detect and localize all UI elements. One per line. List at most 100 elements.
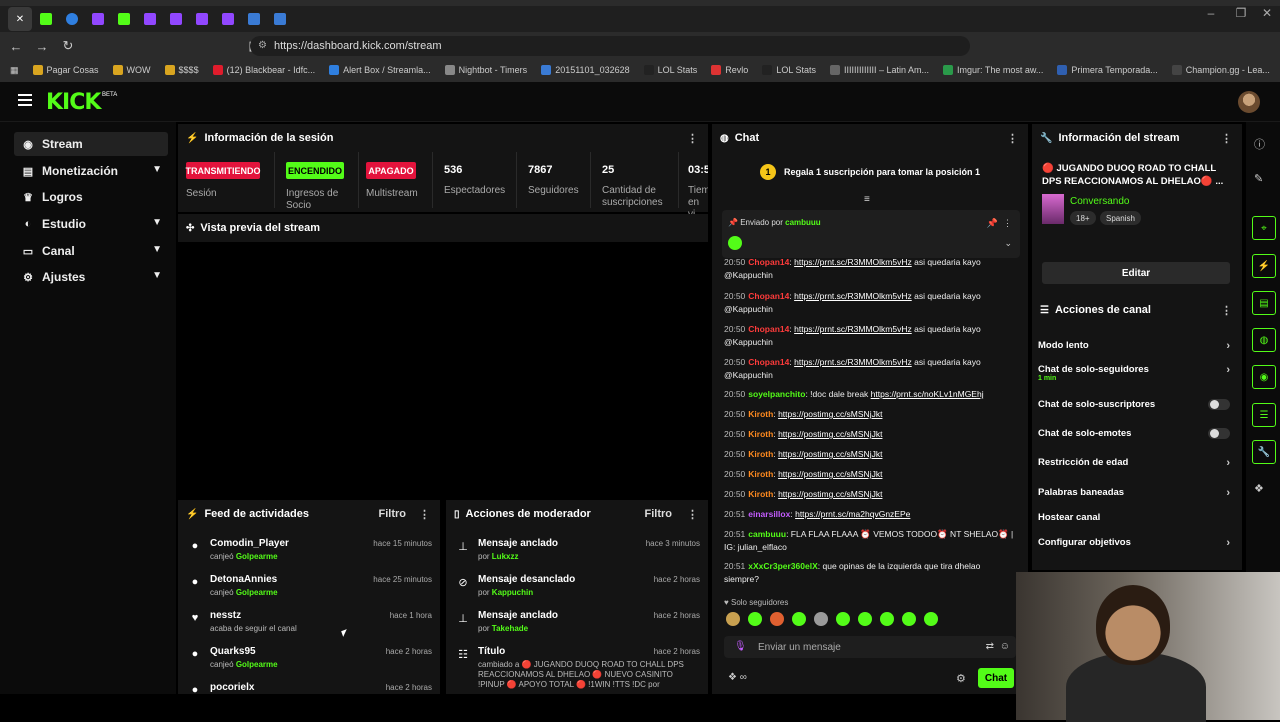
chat-bubble-icon[interactable]: ◍ bbox=[1252, 328, 1276, 352]
sidebar-item-estudio[interactable]: ◐ Estudio ▼ bbox=[14, 212, 168, 236]
chat-username[interactable]: Chopan14 bbox=[748, 291, 789, 301]
sidebar-item-monetizacion[interactable]: ▤ Monetización ▼ bbox=[14, 159, 168, 183]
emotes-only-toggle[interactable] bbox=[1208, 428, 1230, 439]
list-item[interactable]: ♥ nesstz acaba de seguir el canal hace 1… bbox=[178, 608, 440, 644]
tab-twitch[interactable] bbox=[86, 7, 110, 31]
tab-twitch-4[interactable] bbox=[190, 7, 214, 31]
back-icon[interactable]: ← bbox=[6, 39, 26, 54]
emote-icon[interactable] bbox=[880, 612, 894, 626]
feed-user[interactable]: nesstz bbox=[210, 610, 241, 621]
subs-only-toggle[interactable] bbox=[1208, 399, 1230, 410]
menu-icon[interactable] bbox=[18, 94, 32, 106]
pencil-icon[interactable]: ✎ bbox=[1254, 172, 1263, 185]
tab-p[interactable] bbox=[242, 7, 266, 31]
list-item[interactable]: ☷ Título cambiado a 🔴 JUGANDO DUOQ ROAD … bbox=[446, 644, 708, 694]
broadcast-icon[interactable]: ◉ bbox=[1252, 365, 1276, 389]
chat-message[interactable]: 20:50 Kiroth: https://postimg.cc/sMSNjJkt bbox=[724, 448, 1016, 461]
tab-twitch-2[interactable] bbox=[138, 7, 162, 31]
chat-message[interactable]: 20:50 Chopan14: https://prnt.sc/R3MMOlkm5… bbox=[724, 256, 1016, 282]
bookmark-item[interactable]: 20151101_032628 bbox=[541, 65, 630, 75]
send-chat-button[interactable]: Chat bbox=[978, 668, 1014, 688]
more-options-icon[interactable]: ⋮ bbox=[419, 508, 430, 521]
emote-icon[interactable] bbox=[858, 612, 872, 626]
tab-p-2[interactable] bbox=[268, 7, 292, 31]
more-options-icon[interactable]: ⋮ bbox=[1221, 132, 1232, 145]
chat-message[interactable]: 20:50 Kiroth: https://postimg.cc/sMSNjJkt bbox=[724, 468, 1016, 481]
minimize-icon[interactable]: – bbox=[1196, 6, 1226, 20]
more-options-icon[interactable]: ⋮ bbox=[1003, 218, 1012, 229]
tab-kick[interactable] bbox=[34, 7, 58, 31]
tab-close-icon[interactable]: ✕ bbox=[8, 7, 32, 31]
community-icon[interactable]: ❖ ∞ bbox=[728, 672, 747, 683]
list-item[interactable]: ⊘ Mensaje desanclado por Kappuchin hace … bbox=[446, 572, 708, 608]
bookmark-item[interactable]: WOW bbox=[112, 65, 151, 75]
chat-message[interactable]: 20:50 Chopan14: https://prnt.sc/R3MMOlkm5… bbox=[724, 290, 1016, 316]
site-info-icon[interactable]: ⚙ bbox=[258, 40, 267, 51]
tab-twitch-3[interactable] bbox=[164, 7, 188, 31]
bookmark-item[interactable]: Nightbot - Timers bbox=[444, 65, 527, 75]
action-host-channel[interactable]: Hostear canal bbox=[1038, 512, 1234, 523]
bookmark-item[interactable]: Revlo bbox=[711, 65, 748, 75]
list-item[interactable]: ● Quarks95 canjeó Golpearme hace 2 horas bbox=[178, 644, 440, 680]
edit-button[interactable]: Editar bbox=[1042, 262, 1230, 284]
chat-link[interactable]: https://postimg.cc/sMSNjJkt bbox=[778, 469, 882, 479]
avatar[interactable] bbox=[1238, 91, 1260, 113]
emote-icon[interactable] bbox=[792, 612, 806, 626]
bookmark-item[interactable]: Imgur: The most aw... bbox=[943, 65, 1043, 75]
chat-message[interactable]: 20:50 Kiroth: https://postimg.cc/sMSNjJkt bbox=[724, 488, 1016, 501]
chat-username[interactable]: Kiroth bbox=[748, 429, 773, 439]
chevron-down-icon[interactable]: ⌄ bbox=[1004, 238, 1012, 249]
sidebar-item-logros[interactable]: ♛ Logros bbox=[14, 185, 168, 209]
bookmark-item[interactable]: Pagar Cosas bbox=[32, 65, 99, 75]
bookmark-item[interactable]: Alert Box / Streamla... bbox=[329, 65, 431, 75]
emote-icon[interactable] bbox=[770, 612, 784, 626]
more-options-icon[interactable]: ⋮ bbox=[687, 132, 698, 145]
bookmark-item[interactable]: $$$$ bbox=[164, 65, 199, 75]
sidebar-item-canal[interactable]: ▭ Canal ▼ bbox=[14, 239, 168, 263]
chat-input[interactable]: 🎙 Enviar un mensaje ⇄ ☺ bbox=[724, 636, 1016, 658]
chat-link[interactable]: https://postimg.cc/sMSNjJkt bbox=[778, 449, 882, 459]
bookmark-item[interactable]: Champion.gg - Lea... bbox=[1171, 65, 1270, 75]
chat-link[interactable]: https://prnt.sc/R3MMOlkm5vHz bbox=[794, 357, 912, 367]
reload-icon[interactable]: ↻ bbox=[58, 38, 78, 54]
chat-username[interactable]: Chopan14 bbox=[748, 357, 789, 367]
list-item[interactable]: ⊥ Mensaje anclado por Takehade hace 2 ho… bbox=[446, 608, 708, 644]
emote-icon[interactable] bbox=[836, 612, 850, 626]
action-goals[interactable]: Configurar objetivos › bbox=[1038, 537, 1234, 549]
more-options-icon[interactable]: ⋮ bbox=[687, 508, 698, 521]
bolt-icon[interactable]: ⚡ bbox=[1252, 254, 1276, 278]
chat-username[interactable]: Chopan14 bbox=[748, 324, 789, 334]
action-followers-only[interactable]: Chat de solo-seguidores 1 min › bbox=[1038, 364, 1234, 382]
more-options-icon[interactable]: ⋮ bbox=[1221, 304, 1232, 317]
chat-message[interactable]: 20:51 cambuuu: FLA FLAA FLAAA ⏰ VEMOS TOD… bbox=[724, 528, 1016, 554]
chat-username[interactable]: xXxCr3per360elX bbox=[748, 561, 817, 571]
bookmark-item[interactable]: IIIIIIIIIIIII – Latin Am... bbox=[830, 65, 929, 75]
feed-user[interactable]: DetonaAnnies bbox=[210, 574, 277, 585]
feed-user[interactable]: Comodin_Player bbox=[210, 538, 289, 549]
filter-button[interactable]: Filtro bbox=[379, 508, 407, 520]
list-item[interactable]: ● pocorielx hace 2 horas bbox=[178, 680, 440, 694]
chat-message[interactable]: 20:50 Chopan14: https://prnt.sc/R3MMOlkm5… bbox=[724, 323, 1016, 349]
bookmark-item[interactable]: LOL Stats bbox=[643, 65, 697, 75]
tab-twitch-5[interactable] bbox=[216, 7, 240, 31]
scan-icon[interactable]: ⌖ bbox=[1252, 216, 1276, 240]
filter-button[interactable]: Filtro bbox=[645, 508, 673, 520]
pin-icon[interactable]: 📌 bbox=[987, 218, 998, 229]
emote-icon[interactable] bbox=[924, 612, 938, 626]
chat-username[interactable]: Kiroth bbox=[748, 469, 773, 479]
emoji-icon[interactable]: ☺ bbox=[1000, 641, 1010, 652]
chat-link[interactable]: https://prnt.sc/R3MMOlkm5vHz bbox=[794, 257, 912, 267]
chat-message[interactable]: 20:51 xXxCr3per360elX: que opinas de la i… bbox=[724, 560, 1016, 586]
filter-lines-icon[interactable]: ≡ bbox=[864, 194, 870, 205]
chat-username[interactable]: Chopan14 bbox=[748, 257, 789, 267]
close-window-icon[interactable]: ✕ bbox=[1252, 6, 1280, 20]
chat-message[interactable]: 20:50 Chopan14: https://prnt.sc/R3MMOlkm5… bbox=[724, 356, 1016, 382]
document-icon[interactable]: ▤ bbox=[1252, 291, 1276, 315]
action-slow-mode[interactable]: Modo lento › bbox=[1038, 340, 1234, 352]
chat-link[interactable]: https://prnt.sc/R3MMOlkm5vHz bbox=[794, 291, 912, 301]
community-icon[interactable]: ❖ bbox=[1254, 482, 1264, 495]
bookmark-item[interactable]: Primera Temporada... bbox=[1057, 65, 1158, 75]
forward-icon[interactable]: → bbox=[32, 39, 52, 54]
chat-username[interactable]: soyelpanchito bbox=[748, 389, 805, 399]
emote-icon[interactable] bbox=[748, 612, 762, 626]
